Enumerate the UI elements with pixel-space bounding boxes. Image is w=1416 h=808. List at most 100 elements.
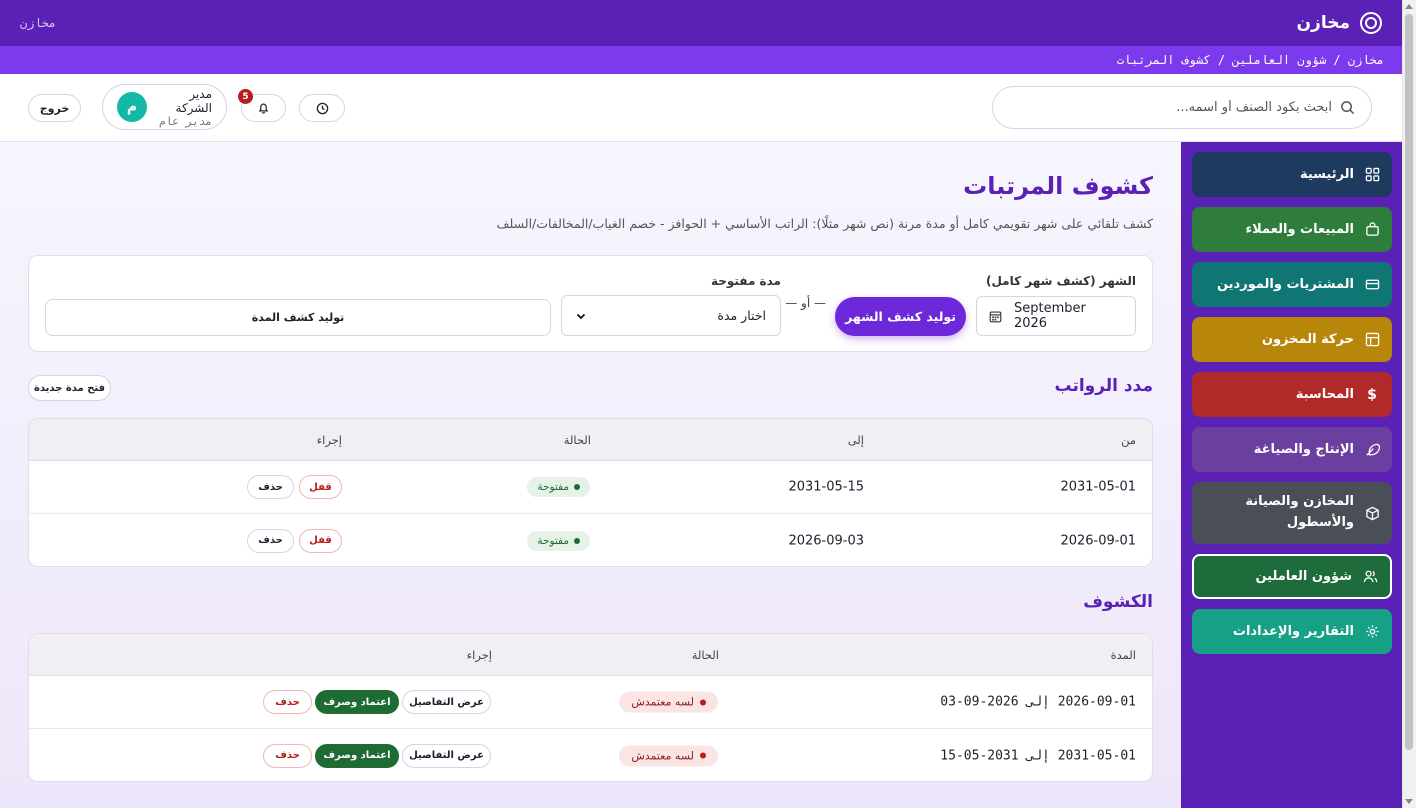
status-badge: لسه معتمدش xyxy=(619,691,718,713)
table-row: 2026-09-01 إلى 2026-09-03 لسه معتمدش عرض… xyxy=(29,676,1152,729)
generate-month-button[interactable]: توليد كشف الشهر xyxy=(835,297,966,336)
bag-icon xyxy=(1364,222,1380,238)
close-period-button[interactable]: قفل xyxy=(299,475,342,499)
main-content: كشوف المرتبات كشف تلقائي على شهر تقويمي … xyxy=(0,142,1181,808)
sidebar-item-hr[interactable]: شؤون العاملين xyxy=(1192,554,1392,599)
periods-section-title: مدد الرواتب xyxy=(1054,376,1153,396)
header: 5 مدير الشركة مدير عام م خروج xyxy=(0,74,1402,142)
sidebar-item-settings[interactable]: التقارير والإعدادات xyxy=(1192,609,1392,654)
clock-icon xyxy=(316,102,328,114)
users-icon xyxy=(1362,569,1378,585)
sidebar-item-label: حركة المخزون xyxy=(1261,332,1354,347)
sidebar-item-label: المحاسبة xyxy=(1295,387,1354,402)
period-select-value: اختار مدة xyxy=(717,308,766,323)
grid-icon xyxy=(1364,167,1380,183)
page-scrollbar[interactable] xyxy=(1402,0,1416,808)
history-button[interactable] xyxy=(299,94,345,122)
brand-name: مخازن xyxy=(1296,13,1350,33)
row-from: 2026-09-01 xyxy=(1060,533,1136,548)
sidebar-item-label: الإنتاج والصياغة xyxy=(1253,442,1354,457)
gear-icon xyxy=(1364,624,1380,640)
sidebar-item-label: المشتريات والموردين xyxy=(1216,277,1354,292)
approve-pay-button[interactable]: اعتماد وصرف xyxy=(315,690,399,714)
approve-pay-button[interactable]: اعتماد وصرف xyxy=(315,743,399,768)
or-separator: — أو — xyxy=(785,296,826,310)
table-icon xyxy=(1364,332,1380,348)
page-subtitle: كشف تلقائي على شهر تقويمي كامل أو مدة مر… xyxy=(496,216,1153,231)
col-action: إجراء xyxy=(466,647,492,662)
avatar: م xyxy=(117,92,147,122)
user-role: مدير عام xyxy=(159,114,212,128)
periods-table-header: من إلى الحالة إجراء xyxy=(29,419,1152,461)
calendar-icon xyxy=(989,310,1002,322)
bell-icon xyxy=(258,103,269,114)
sidebar: الرئيسية المبيعات والعملاء المشتريات وال… xyxy=(1181,142,1402,808)
logout-button[interactable]: خروج xyxy=(28,94,81,122)
table-row: 2031-05-01 إلى 2031-05-15 لسه معتمدش عرض… xyxy=(29,729,1152,781)
search-icon xyxy=(1341,101,1355,115)
sidebar-item-warehouses[interactable]: المخازن والصيانة والأسطول xyxy=(1192,482,1392,544)
sidebar-item-home[interactable]: الرئيسية xyxy=(1192,152,1392,197)
sheets-table-header: المدة الحالة إجراء xyxy=(29,634,1152,676)
sidebar-item-label: شؤون العاملين xyxy=(1255,569,1352,584)
card-icon xyxy=(1364,277,1380,293)
close-period-button[interactable]: قفل xyxy=(299,528,342,553)
month-label: الشهر (كشف شهر كامل) xyxy=(985,274,1136,288)
col-from: من xyxy=(1121,432,1136,447)
payroll-generator-card: الشهر (كشف شهر كامل) September 2026 تولي… xyxy=(28,255,1153,352)
corner-brand-text: مخازن xyxy=(20,16,57,30)
feather-icon xyxy=(1364,442,1380,458)
scroll-thumb[interactable] xyxy=(1405,14,1413,750)
col-to: إلى xyxy=(847,432,864,447)
col-action: إجراء xyxy=(316,432,342,447)
generate-period-button[interactable]: توليد كشف المدة xyxy=(45,299,551,336)
status-badge: مفتوحة xyxy=(527,477,590,497)
col-status: الحالة xyxy=(563,432,591,447)
row-to: 2031-05-15 xyxy=(788,479,864,495)
breadcrumb: مخازن / شؤون العاملين / كشوف المرتبات xyxy=(0,46,1402,74)
logo-icon xyxy=(1360,12,1382,34)
sidebar-item-inventory[interactable]: حركة المخزون xyxy=(1192,317,1392,362)
open-new-period-button[interactable]: فتح مدة جديدة xyxy=(28,375,111,401)
top-bar: مخازن مخازن xyxy=(0,0,1402,46)
user-menu[interactable]: مدير الشركة مدير عام م xyxy=(102,84,227,130)
period-label: مدة مفتوحة xyxy=(710,274,781,288)
row-from: 2031-05-01 xyxy=(1060,479,1136,495)
period-select[interactable]: اختار مدة xyxy=(561,295,781,336)
view-details-button[interactable]: عرض التفاصيل xyxy=(402,690,491,714)
scroll-down-icon[interactable] xyxy=(1405,799,1413,804)
delete-sheet-button[interactable]: حذف xyxy=(263,690,312,714)
scroll-up-icon[interactable] xyxy=(1405,4,1413,9)
status-badge: لسه معتمدش xyxy=(619,745,718,766)
search-input[interactable] xyxy=(1009,100,1332,115)
table-row: 2031-05-01 2031-05-15 مفتوحة قفل حذف xyxy=(29,461,1152,514)
sidebar-item-label: الرئيسية xyxy=(1299,167,1354,182)
row-to: 2026-09-03 xyxy=(788,533,864,548)
user-name: مدير الشركة xyxy=(175,86,212,115)
sidebar-item-accounting[interactable]: $ المحاسبة xyxy=(1192,372,1392,417)
sidebar-item-label: التقارير والإعدادات xyxy=(1232,624,1354,639)
month-value: September 2026 xyxy=(1013,301,1086,331)
month-picker[interactable]: September 2026 xyxy=(976,296,1136,336)
col-period: المدة xyxy=(1110,647,1136,662)
sidebar-item-label: المخازن والصيانة والأسطول xyxy=(1245,494,1354,530)
sidebar-item-purchases[interactable]: المشتريات والموردين xyxy=(1192,262,1392,307)
row-period: 2031-05-01 إلى 2031-05-15 xyxy=(940,748,1136,763)
sheets-section-title: الكشوف xyxy=(1083,592,1153,612)
status-badge: مفتوحة xyxy=(527,530,590,551)
sidebar-item-production[interactable]: الإنتاج والصياغة xyxy=(1192,427,1392,472)
table-row: 2026-09-01 2026-09-03 مفتوحة قفل حذف xyxy=(29,514,1152,566)
delete-period-button[interactable]: حذف xyxy=(247,528,294,553)
row-period: 2026-09-01 إلى 2026-09-03 xyxy=(940,694,1136,710)
view-details-button[interactable]: عرض التفاصيل xyxy=(402,743,491,768)
notifications-badge: 5 xyxy=(238,89,253,104)
col-status: الحالة xyxy=(691,647,719,662)
delete-period-button[interactable]: حذف xyxy=(247,475,294,499)
sidebar-item-sales[interactable]: المبيعات والعملاء xyxy=(1192,207,1392,252)
delete-sheet-button[interactable]: حذف xyxy=(263,743,312,768)
search-bar[interactable] xyxy=(992,86,1372,129)
brand[interactable]: مخازن xyxy=(1297,12,1382,34)
periods-table: من إلى الحالة إجراء 2031-05-01 2031-05-1… xyxy=(28,418,1153,567)
notifications-button[interactable]: 5 xyxy=(238,89,286,122)
page-title: كشوف المرتبات xyxy=(963,172,1153,200)
